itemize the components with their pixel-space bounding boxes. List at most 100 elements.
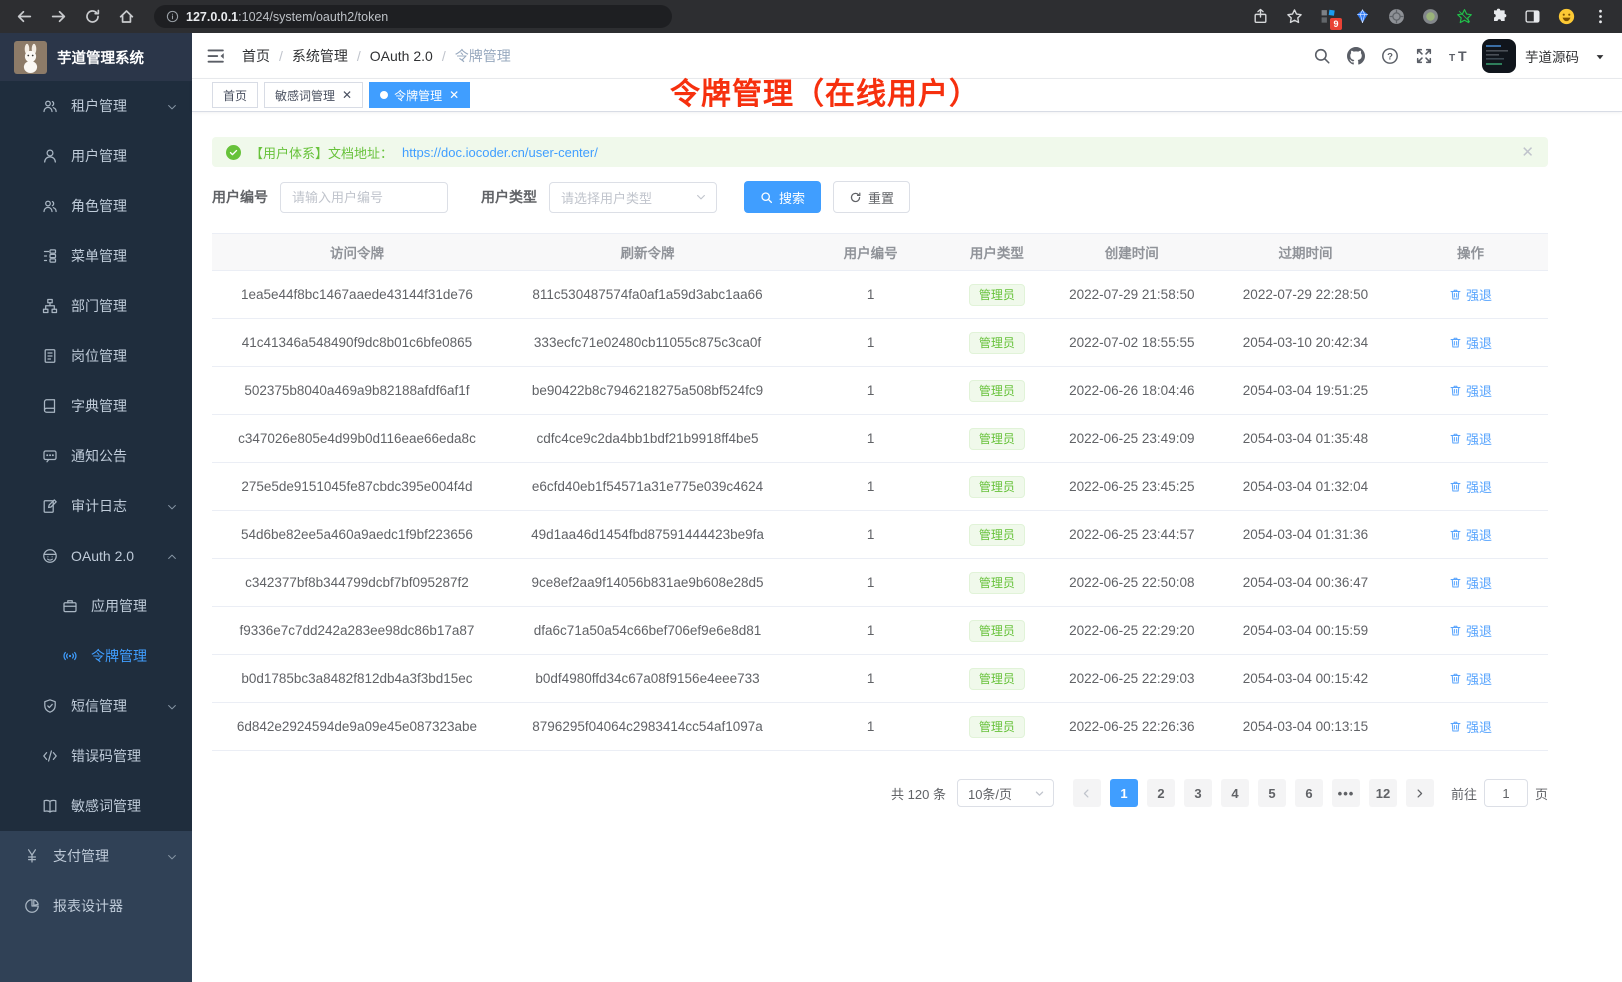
sidebar-item-岗位管理[interactable]: 岗位管理 (0, 331, 192, 381)
tab-首页[interactable]: 首页 (212, 82, 258, 108)
sidebar-item-租户管理[interactable]: 租户管理 (0, 81, 192, 131)
sidebar-item-令牌管理[interactable]: 令牌管理 (0, 631, 192, 681)
alert-doc-link[interactable]: https://doc.iocoder.cn/user-center/ (402, 145, 598, 160)
browser-reload-icon[interactable] (80, 5, 104, 29)
force-logout-button[interactable]: 强退 (1449, 717, 1492, 736)
address-bar[interactable]: 127.0.0.1:1024/system/oauth2/token (154, 5, 672, 28)
breadcrumb-separator: / (279, 48, 283, 64)
user-type-badge: 管理员 (969, 524, 1025, 546)
force-logout-button[interactable]: 强退 (1449, 525, 1492, 544)
github-icon[interactable] (1346, 46, 1365, 65)
created-time-cell: 2022-07-02 18:55:55 (1046, 319, 1218, 367)
extension-grid-icon[interactable]: 9 (1318, 7, 1338, 27)
green-star-extension-icon[interactable] (1454, 7, 1474, 27)
sidebar-item-审计日志[interactable]: 审计日志 (0, 481, 192, 531)
page-button-12[interactable]: 12 (1369, 779, 1397, 807)
sidebar-item-菜单管理[interactable]: 菜单管理 (0, 231, 192, 281)
sidebar-item-应用管理[interactable]: 应用管理 (0, 581, 192, 631)
breadcrumb-item[interactable]: OAuth 2.0 (370, 48, 433, 64)
browser-menu-dots-icon[interactable] (1590, 7, 1610, 27)
filter-form: 用户编号 用户类型 请选择用户类型 搜索 重置 (212, 181, 1548, 213)
prev-page-button[interactable] (1073, 779, 1101, 807)
annotation-title: 令牌管理（在线用户） (670, 69, 980, 113)
breadcrumb-item[interactable]: 系统管理 (292, 46, 348, 66)
sidebar-item-label: 角色管理 (71, 196, 127, 216)
reset-button[interactable]: 重置 (833, 181, 910, 213)
page-button-5[interactable]: 5 (1258, 779, 1286, 807)
page-numbers: 123456•••12 (1110, 779, 1397, 807)
app-logo[interactable]: 芋道管理系统 (0, 33, 192, 81)
help-icon[interactable]: ? (1380, 46, 1399, 65)
force-logout-button[interactable]: 强退 (1449, 477, 1492, 496)
app-manage-icon (62, 598, 78, 614)
user-caret-down-icon[interactable] (1594, 50, 1606, 62)
page-size-select[interactable]: 10条/页 (957, 779, 1054, 807)
sidebar-item-通知公告[interactable]: 通知公告 (0, 431, 192, 481)
force-logout-button[interactable]: 强退 (1449, 621, 1492, 640)
extensions-puzzle-icon[interactable] (1488, 7, 1508, 27)
share-icon[interactable] (1250, 7, 1270, 27)
goto-page-input[interactable] (1484, 779, 1528, 807)
chevron-up-icon (166, 550, 178, 562)
sidebar-item-报表设计器[interactable]: 报表设计器 (0, 881, 192, 931)
sidebar-item-支付管理[interactable]: 支付管理 (0, 831, 192, 881)
user-id-input[interactable] (280, 182, 448, 213)
url-host: 127.0.0.1 (186, 10, 238, 24)
browser-home-icon[interactable] (114, 5, 138, 29)
page-button-1[interactable]: 1 (1110, 779, 1138, 807)
svg-text:?: ? (1387, 51, 1393, 62)
user-avatar[interactable] (1482, 39, 1516, 73)
tab-close-icon[interactable]: ✕ (342, 89, 352, 101)
user-type-select[interactable]: 请选择用户类型 (549, 182, 717, 213)
header-search-icon[interactable] (1312, 46, 1331, 65)
refresh-token-cell: 49d1aa46d1454fbd87591444423be9fa (502, 511, 793, 559)
sidebar-item-label: 岗位管理 (71, 346, 127, 366)
tenant-users-icon (42, 98, 58, 114)
browser-toolbar: 127.0.0.1:1024/system/oauth2/token 9 (0, 0, 1622, 33)
select-chevron-down-icon (695, 191, 707, 203)
profile-avatar-emoji[interactable] (1556, 7, 1576, 27)
force-logout-button[interactable]: 强退 (1449, 381, 1492, 400)
next-page-button[interactable] (1406, 779, 1434, 807)
sidebar-item-字典管理[interactable]: 字典管理 (0, 381, 192, 431)
page-button-6[interactable]: 6 (1295, 779, 1323, 807)
sidebar-item-部门管理[interactable]: 部门管理 (0, 281, 192, 331)
search-button[interactable]: 搜索 (744, 181, 821, 213)
browser-forward-icon[interactable] (46, 5, 70, 29)
tab-令牌管理[interactable]: 令牌管理✕ (369, 82, 470, 108)
gem-extension-icon[interactable] (1352, 7, 1372, 27)
extension-badge: 9 (1330, 18, 1342, 30)
tab-敏感词管理[interactable]: 敏感词管理✕ (264, 82, 363, 108)
user-type-placeholder: 请选择用户类型 (561, 188, 652, 207)
table-row: 1ea5e44f8bc1467aaede43144f31de76811c5304… (212, 271, 1548, 319)
page-button-4[interactable]: 4 (1221, 779, 1249, 807)
breadcrumb-item[interactable]: 首页 (242, 46, 270, 66)
sidebar-item-错误码管理[interactable]: 错误码管理 (0, 731, 192, 781)
svg-text:T: T (1449, 53, 1456, 64)
gray-circle-extension-icon[interactable] (1386, 7, 1406, 27)
page-button-2[interactable]: 2 (1147, 779, 1175, 807)
sidebar-item-短信管理[interactable]: 短信管理 (0, 681, 192, 731)
sidebar-menu-root: 支付管理报表设计器 (0, 831, 192, 931)
browser-back-icon[interactable] (12, 5, 36, 29)
page-more-button[interactable]: ••• (1332, 779, 1360, 807)
green-dot-extension-icon[interactable] (1420, 7, 1440, 27)
tab-close-icon[interactable]: ✕ (449, 89, 459, 101)
font-size-icon[interactable]: TT (1448, 46, 1467, 65)
force-logout-button[interactable]: 强退 (1449, 669, 1492, 688)
force-logout-button[interactable]: 强退 (1449, 285, 1492, 304)
fullscreen-icon[interactable] (1414, 46, 1433, 65)
sidebar-item-OAuth 2.0[interactable]: OAuth 2.0 (0, 531, 192, 581)
sidebar-collapse-icon[interactable] (206, 46, 226, 66)
side-panel-icon[interactable] (1522, 7, 1542, 27)
force-logout-button[interactable]: 强退 (1449, 573, 1492, 592)
alert-close-icon[interactable]: ✕ (1521, 145, 1534, 160)
force-logout-button[interactable]: 强退 (1449, 429, 1492, 448)
force-logout-button[interactable]: 强退 (1449, 333, 1492, 352)
bookmark-star-icon[interactable] (1284, 7, 1304, 27)
page-button-3[interactable]: 3 (1184, 779, 1212, 807)
sidebar-item-角色管理[interactable]: 角色管理 (0, 181, 192, 231)
sidebar-item-敏感词管理[interactable]: 敏感词管理 (0, 781, 192, 831)
sidebar-item-用户管理[interactable]: 用户管理 (0, 131, 192, 181)
column-header: 用户编号 (793, 234, 948, 271)
